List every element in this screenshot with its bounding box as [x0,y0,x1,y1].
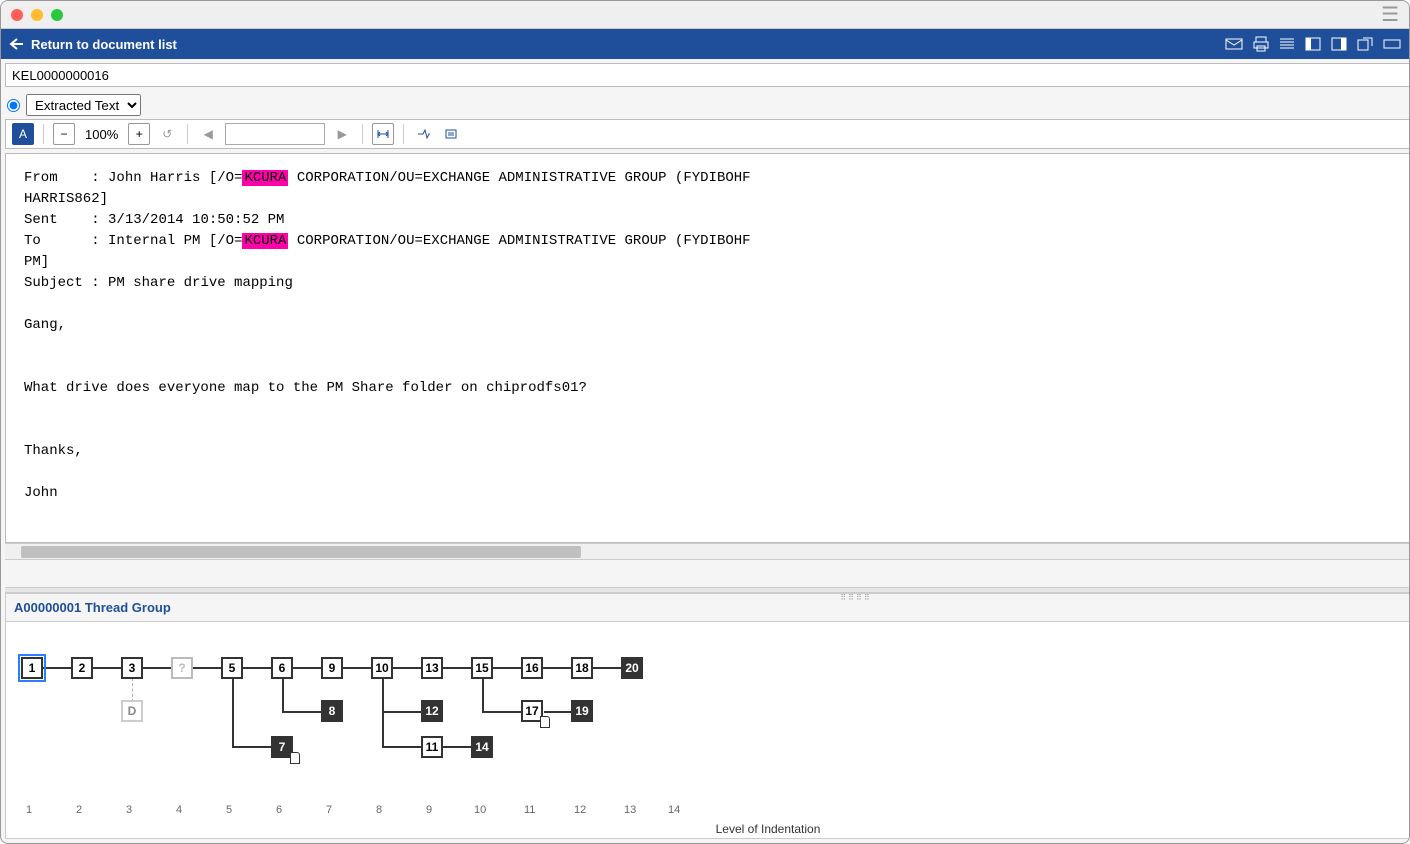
fullwidth-icon[interactable] [1383,39,1401,49]
edge [232,746,272,748]
left-column: KEL0000000016 Extracted Text A − 100% + … [1,59,1409,843]
return-to-list-link[interactable]: Return to document list [9,37,177,52]
thread-node[interactable]: 9 [321,657,343,679]
edge [382,711,422,713]
top-bluebar: Return to document list [1,29,1409,59]
thread-node[interactable]: 6 [271,657,293,679]
thread-node-inclusive[interactable]: 12 [421,700,443,722]
print-icon[interactable] [1253,36,1269,52]
separator [187,124,188,144]
popout-icon[interactable] [1357,37,1373,51]
edge [282,711,322,713]
highlight: KCURA [242,233,288,249]
viewtype-radio[interactable] [7,99,20,112]
thread-node[interactable]: 2 [71,657,93,679]
thread-panel: A00000001 Thread Group ☰ [5,593,1409,839]
xaxis-title: Level of Indentation [716,822,821,836]
docid-bar: KEL0000000016 [5,63,1409,87]
main: KEL0000000016 Extracted Text A − 100% + … [1,59,1409,843]
scroll-thumb[interactable] [21,546,581,558]
document-content: From : John Harris [/O=KCURA CORPORATION… [6,154,1409,518]
thread-node-inclusive[interactable]: 20 [621,657,643,679]
mail-icon[interactable] [1225,37,1243,51]
edge [382,667,384,747]
edge [544,711,574,713]
viewtype-select[interactable]: Extracted Text [26,94,141,116]
mid-toolbar [5,559,1409,587]
tool-icon-2[interactable] [441,123,463,145]
menu-icon[interactable]: ☰ [1381,2,1399,27]
thread-node[interactable]: 1 [21,657,43,679]
attachment-icon [290,752,300,764]
separator [403,124,404,144]
back-arrow-icon [9,37,25,51]
thread-body: 1 2 3 ? 5 6 9 10 13 15 16 18 20 [6,622,1409,838]
thread-node[interactable]: 16 [521,657,543,679]
annotate-a-button[interactable]: A [12,123,34,145]
zoom-in-button[interactable]: + [128,123,150,145]
doc-toolbar: A − 100% + ↺ ◀ ▶ [5,119,1409,149]
thread-graph[interactable]: 1 2 3 ? 5 6 9 10 13 15 16 18 20 [6,622,1409,838]
thread-node[interactable]: 15 [471,657,493,679]
zoom-level: 100% [81,127,122,142]
horizontal-scrollbar[interactable] [5,543,1409,559]
prev-hit-button[interactable]: ◀ [197,123,219,145]
thread-node-draft[interactable]: D [121,700,143,722]
docid-text: KEL0000000016 [12,68,1409,83]
fit-width-button[interactable] [372,123,394,145]
thread-node[interactable]: 11 [421,736,443,758]
thread-node[interactable]: 13 [421,657,443,679]
thread-node-inclusive-dup[interactable]: 14 [471,736,493,758]
search-input[interactable] [225,123,325,145]
thread-node-missing[interactable]: ? [171,657,193,679]
minimize-window-button[interactable] [31,9,43,21]
thread-node-inclusive[interactable]: 8 [321,700,343,722]
thread-node[interactable]: 3 [121,657,143,679]
thread-header: A00000001 Thread Group ☰ [6,594,1409,622]
attachment-icon [540,716,550,728]
thread-node-dup[interactable]: 5 [221,657,243,679]
undo-button[interactable]: ↺ [156,123,178,145]
thread-title: A00000001 Thread Group [14,600,171,615]
app-window: ☰ Return to document list KEL0000000016 [0,0,1410,844]
panel-right-icon[interactable] [1331,37,1347,51]
highlight: KCURA [242,170,288,186]
maximize-window-button[interactable] [51,9,63,21]
panel-left-icon[interactable] [1305,37,1321,51]
edge [382,746,422,748]
top-right-icons [1225,36,1401,52]
separator [362,124,363,144]
next-hit-button[interactable]: ▶ [331,123,353,145]
thread-node[interactable]: 18 [571,657,593,679]
return-label: Return to document list [31,37,177,52]
list-icon[interactable] [1279,37,1295,51]
edge [232,667,234,747]
close-window-button[interactable] [11,9,23,21]
tool-icon-1[interactable] [413,123,435,145]
edge [482,711,522,713]
thread-node-inclusive[interactable]: 19 [571,700,593,722]
document-viewer[interactable]: From : John Harris [/O=KCURA CORPORATION… [5,153,1409,543]
separator [43,124,44,144]
thread-node[interactable]: 10 [371,657,393,679]
viewtype-row: Extracted Text [1,91,1409,119]
titlebar: ☰ [1,1,1409,29]
zoom-out-button[interactable]: − [53,123,75,145]
edge-dashed [132,678,133,702]
